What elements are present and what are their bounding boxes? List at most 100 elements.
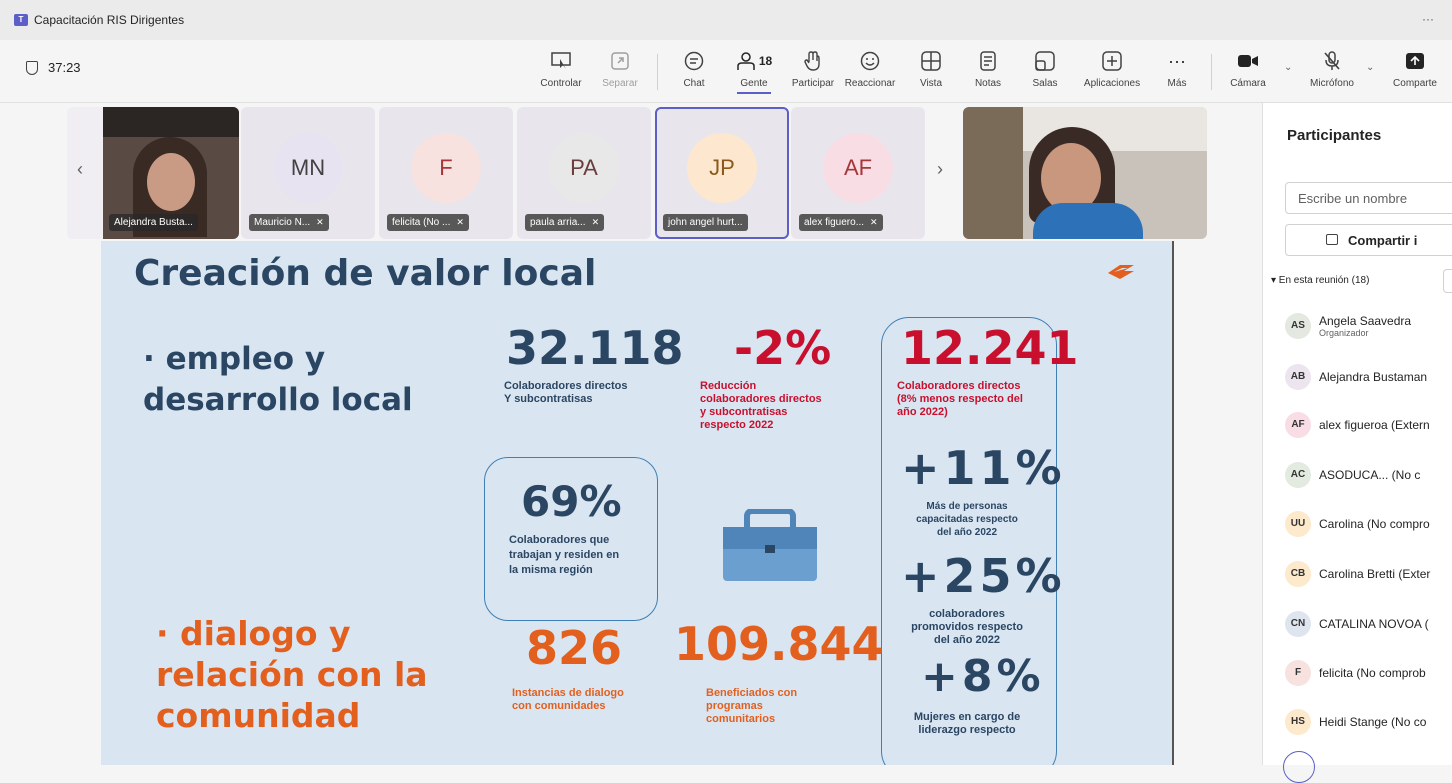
- participant-row[interactable]: AC ASODUCA... (No c: [1285, 459, 1420, 491]
- avatar: F: [1285, 660, 1311, 686]
- controlar-button[interactable]: Controlar: [530, 44, 592, 98]
- participant-name: Alejandra Busta...: [109, 214, 198, 231]
- salas-button[interactable]: Salas: [1015, 44, 1075, 98]
- pop-out-icon: [611, 52, 629, 70]
- avatar: JP: [687, 133, 757, 203]
- chat-button[interactable]: Chat: [664, 44, 724, 98]
- notes-icon: [980, 51, 996, 71]
- avatar: AC: [1285, 462, 1311, 488]
- participant-name: alex figuero... ✕: [799, 214, 883, 231]
- teams-logo-icon: T: [14, 14, 28, 26]
- strip-next-arrow-icon[interactable]: ›: [937, 159, 943, 180]
- stat-reduccion-value: -2%: [734, 321, 832, 375]
- slide-title: Creación de valor local: [134, 253, 597, 294]
- participant-search-input[interactable]: Escribe un nombre: [1285, 182, 1452, 214]
- avatar: UU: [1285, 511, 1311, 537]
- window-menu-button[interactable]: ···: [1422, 12, 1434, 26]
- participants-panel: Participantes Escribe un nombre Comparti…: [1262, 103, 1452, 783]
- stat-directos-label: Colaboradores directos (8% menos respecto…: [897, 380, 1023, 418]
- avatar: CB: [1285, 561, 1311, 587]
- video-tile[interactable]: MN Mauricio N... ✕: [241, 107, 375, 239]
- video-tile-speaking[interactable]: JP john angel hurt...: [655, 107, 789, 239]
- avatar: AF: [823, 133, 893, 203]
- participant-video: [963, 107, 1207, 239]
- participant-name: paula arria... ✕: [525, 214, 605, 231]
- camera-icon: [1238, 55, 1258, 67]
- section-action-button[interactable]: [1443, 269, 1452, 293]
- notas-button[interactable]: Notas: [958, 44, 1018, 98]
- separar-button[interactable]: Separar: [590, 44, 650, 98]
- share-invite-button[interactable]: Compartir i: [1285, 224, 1452, 256]
- video-tile[interactable]: PA paula arria... ✕: [517, 107, 651, 239]
- bullet-empleo-line1: · empleo y: [143, 341, 326, 377]
- people-count: 18: [758, 54, 773, 68]
- share-icon: [1326, 234, 1338, 245]
- participant-name: Mauricio N... ✕: [249, 214, 329, 231]
- shield-icon: [26, 60, 38, 75]
- participant-row[interactable]: AS Angela Saavedra Organizador: [1285, 310, 1411, 342]
- participant-row[interactable]: HS Heidi Stange (No co: [1285, 706, 1426, 738]
- mic-off-icon: ✕: [870, 217, 878, 227]
- stat-mujeres-value: +8%: [921, 651, 1045, 702]
- company-logo-icon: [1108, 265, 1134, 279]
- panel-title: Participantes: [1287, 127, 1382, 144]
- chat-icon: [684, 51, 704, 71]
- video-tile-pinned[interactable]: [963, 107, 1207, 239]
- avatar: MN: [273, 133, 343, 203]
- gente-button[interactable]: 18 Gente: [724, 44, 784, 98]
- camera-options-chevron-icon[interactable]: ⌄: [1284, 62, 1292, 73]
- participar-button[interactable]: Participar: [783, 44, 843, 98]
- window-title: Capacitación RIS Dirigentes: [34, 13, 185, 27]
- mas-button[interactable]: ··· Más: [1147, 44, 1207, 98]
- participant-row[interactable]: CB Carolina Bretti (Exter: [1285, 558, 1430, 590]
- title-bar: T Capacitación RIS Dirigentes ···: [0, 0, 1452, 40]
- mic-options-chevron-icon[interactable]: ⌄: [1366, 62, 1374, 73]
- people-icon: [737, 52, 755, 70]
- bullet-dialogo-line2: relación con la: [156, 655, 428, 694]
- add-apps-icon: [1102, 51, 1122, 71]
- mic-off-icon: ✕: [456, 217, 464, 227]
- stat-reduccion-label: Reducción colaboradores directos y subcont…: [700, 380, 822, 431]
- stat-beneficiados-label: Beneficiados con programas comunitarios: [706, 687, 798, 725]
- toolbar-divider: [657, 54, 658, 90]
- bullet-dialogo-line1: · dialogo y: [156, 614, 351, 653]
- microfono-button[interactable]: Micrófono: [1300, 44, 1364, 98]
- stat-directos-value: 12.241: [901, 321, 1079, 375]
- reaccionar-button[interactable]: Reaccionar: [840, 44, 900, 98]
- participant-row[interactable]: F felicita (No comprob: [1285, 657, 1426, 689]
- vista-button[interactable]: Vista: [901, 44, 961, 98]
- mic-off-icon: ✕: [316, 217, 324, 227]
- aplicaciones-button[interactable]: Aplicaciones: [1080, 44, 1144, 98]
- avatar: F: [411, 133, 481, 203]
- video-tile-self[interactable]: Alejandra Busta...: [67, 107, 239, 239]
- strip-prev-arrow-icon[interactable]: ‹: [77, 159, 83, 180]
- stat-beneficiados-value: 109.844: [674, 617, 884, 671]
- avatar: AF: [1285, 412, 1311, 438]
- meeting-timer: 37:23: [26, 60, 81, 75]
- stat-region-value: 69%: [521, 477, 622, 526]
- stat-instancias-label: Instancias de dialogo con comunidades: [512, 687, 624, 712]
- emoji-icon: [860, 51, 880, 71]
- section-in-meeting[interactable]: ▾ En esta reunión (18): [1271, 275, 1369, 286]
- avatar[interactable]: [1283, 751, 1315, 783]
- shared-slide: Creación de valor local · empleo y desar…: [101, 241, 1174, 765]
- stat-capacitadas-value: +11%: [901, 441, 1066, 495]
- breakout-rooms-icon: [1035, 51, 1055, 71]
- participant-row[interactable]: CN CATALINA NOVOA (: [1285, 608, 1429, 640]
- participant-name: felicita (No ... ✕: [387, 214, 469, 231]
- participant-row[interactable]: AF alex figueroa (Extern: [1285, 409, 1430, 441]
- share-screen-icon: [1406, 53, 1424, 69]
- stat-colaboradores-value: 32.118: [506, 321, 684, 375]
- camara-button[interactable]: Cámara: [1220, 44, 1276, 98]
- comparte-button[interactable]: Comparte: [1384, 44, 1446, 98]
- participant-row[interactable]: UU Carolina (No compro: [1285, 508, 1430, 540]
- stat-mujeres-label: Mujeres en cargo de liderazgo respecto: [913, 711, 1021, 736]
- video-tile[interactable]: F felicita (No ... ✕: [379, 107, 513, 239]
- stat-instancias-value: 826: [526, 621, 623, 675]
- bullet-empleo-line2: desarrollo local: [143, 382, 413, 418]
- avatar: HS: [1285, 709, 1311, 735]
- participant-row[interactable]: AB Alejandra Bustaman: [1285, 361, 1427, 393]
- avatar: PA: [549, 133, 619, 203]
- video-tile[interactable]: AF alex figuero... ✕: [791, 107, 925, 239]
- elapsed-time: 37:23: [48, 60, 81, 75]
